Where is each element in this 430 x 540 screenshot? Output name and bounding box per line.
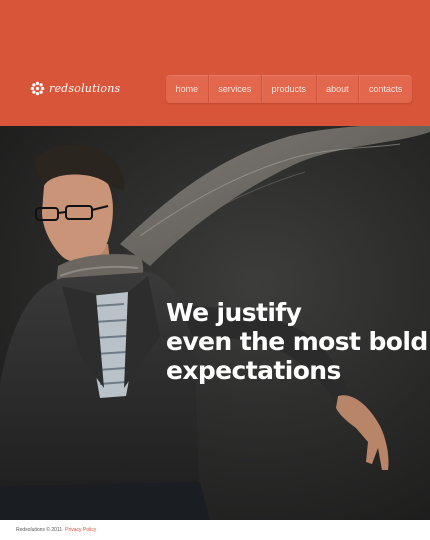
- site-footer: Redsolutions © 2011 Privacy Policy: [0, 520, 430, 540]
- hero-heading-line-1: We justify: [166, 298, 302, 327]
- site-header: redsolutions home services products abou…: [0, 0, 430, 126]
- nav-home[interactable]: home: [166, 75, 208, 103]
- main-nav: home services products about contacts: [166, 75, 412, 103]
- nav-contacts[interactable]: contacts: [358, 75, 412, 103]
- nav-services[interactable]: services: [207, 75, 261, 103]
- privacy-policy-link[interactable]: Privacy Policy: [65, 527, 96, 533]
- copyright-text: Redsolutions © 2011: [16, 527, 63, 533]
- nav-about[interactable]: about: [315, 75, 359, 103]
- hero-heading-line-2: even the most bold: [166, 327, 428, 356]
- site-logo[interactable]: redsolutions: [30, 81, 120, 96]
- hero-banner: We justify even the most bold expectatio…: [0, 126, 430, 520]
- flower-icon: [30, 81, 45, 96]
- hero-heading-line-3: expectations: [166, 356, 341, 385]
- nav-products[interactable]: products: [260, 75, 316, 103]
- logo-text: redsolutions: [49, 82, 121, 95]
- hero-heading: We justify even the most bold expectatio…: [166, 298, 428, 385]
